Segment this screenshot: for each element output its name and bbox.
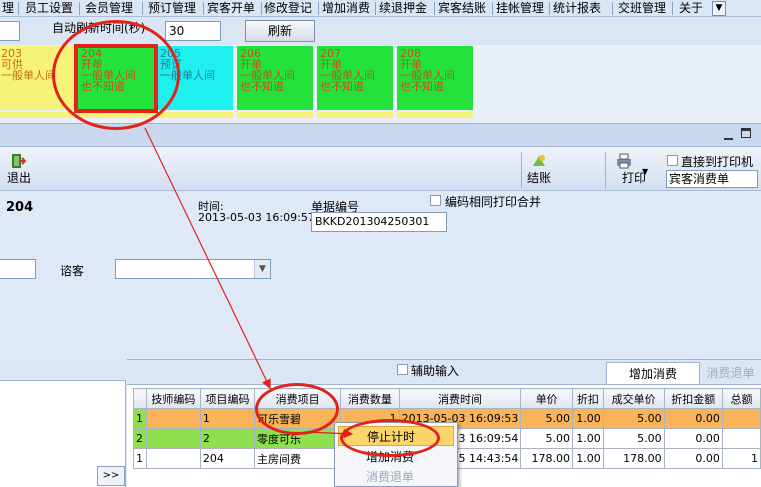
annotation-arrows — [144, 127, 354, 439]
